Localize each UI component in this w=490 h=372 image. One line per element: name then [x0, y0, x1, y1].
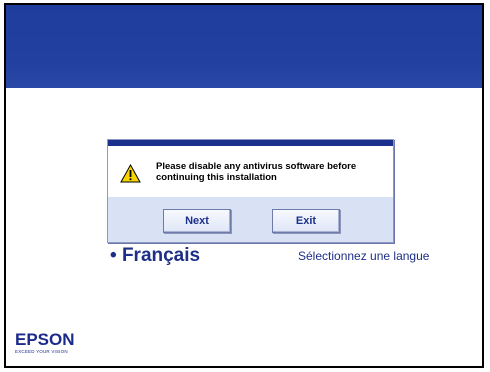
dialog-message: Please disable any antivirus software be… [156, 161, 357, 183]
antivirus-warning-dialog: Please disable any antivirus software be… [107, 139, 394, 243]
dialog-body: Please disable any antivirus software be… [108, 146, 393, 197]
logo-wordmark: EPSON [15, 330, 75, 349]
exit-button[interactable]: Exit [272, 209, 340, 233]
language-prompt-fr: Sélectionnez une langue [298, 249, 430, 263]
epson-logo: EPSON EXCEED YOUR VISION [15, 331, 75, 354]
language-label: Français [121, 245, 201, 266]
language-option-francais[interactable]: • Français [110, 245, 200, 267]
warning-icon [120, 164, 141, 183]
next-button[interactable]: Next [163, 209, 231, 233]
header-banner [6, 5, 482, 88]
logo-tagline: EXCEED YOUR VISION [15, 349, 68, 354]
